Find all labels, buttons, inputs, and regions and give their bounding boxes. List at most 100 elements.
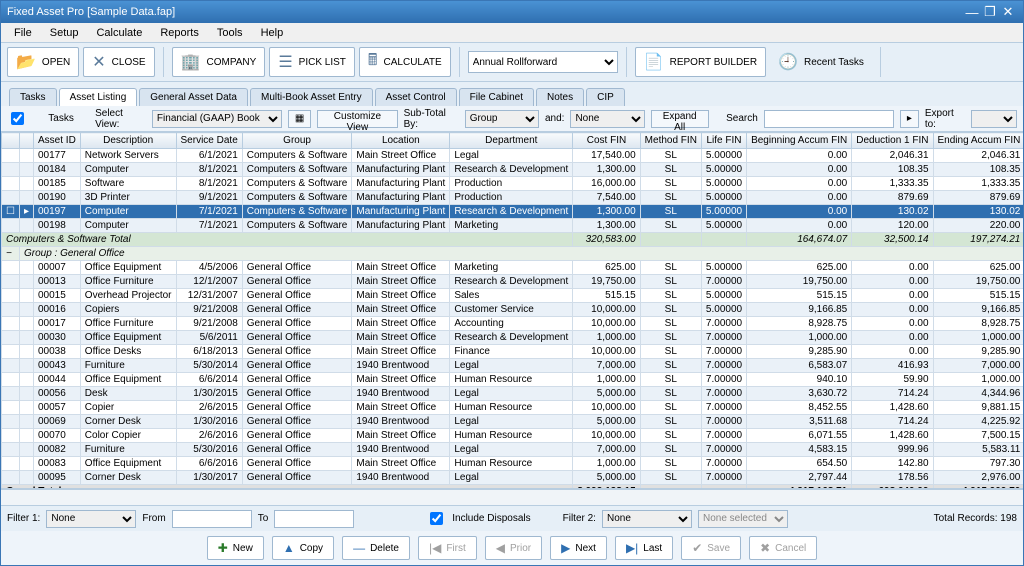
picklist-button[interactable]: ☰PICK LIST [269, 47, 355, 77]
menu-setup[interactable]: Setup [41, 25, 88, 41]
table-row[interactable]: 00082Furniture5/30/2016General Office194… [2, 443, 1024, 457]
table-row[interactable]: 00057Copier2/6/2015General OfficeMain St… [2, 401, 1024, 415]
subtotal-and-select[interactable]: None [570, 110, 644, 128]
tab-multibook[interactable]: Multi-Book Asset Entry [250, 88, 373, 106]
table-row[interactable]: 00095Corner Desk1/30/2017General Office1… [2, 471, 1024, 485]
table-row[interactable]: 00043Furniture5/30/2014General Office194… [2, 359, 1024, 373]
table-row[interactable]: 00013Office Furniture12/1/2007General Of… [2, 275, 1024, 289]
calculate-button[interactable]: 🖩CALCULATE [359, 47, 451, 77]
copy-icon: ▲ [283, 541, 295, 555]
last-button[interactable]: ▶|Last [615, 536, 673, 560]
tab-asset-control[interactable]: Asset Control [375, 88, 457, 106]
tab-asset-listing[interactable]: Asset Listing [59, 88, 138, 106]
col-header[interactable]: Location [352, 133, 450, 149]
table-row[interactable]: 00007Office Equipment4/5/2006General Off… [2, 261, 1024, 275]
table-row[interactable]: 00198Computer7/1/2021Computers & Softwar… [2, 219, 1024, 233]
filter2-select[interactable]: None [602, 510, 692, 528]
rollforward-combo[interactable]: Annual Rollforward [468, 51, 618, 73]
group-header-row[interactable]: −Group : General Office [2, 247, 1024, 261]
to-input[interactable] [274, 510, 354, 528]
recent-tasks-button[interactable]: 🕘Recent Tasks [770, 47, 872, 77]
filter1-label: Filter 1: [7, 513, 40, 524]
col-header[interactable]: Life FIN [701, 133, 746, 149]
cancel-button[interactable]: ✖Cancel [749, 536, 817, 560]
search-input[interactable] [764, 110, 894, 128]
subtotalby-label: Sub-Total By: [404, 108, 459, 130]
menu-tools[interactable]: Tools [208, 25, 252, 41]
report-icon: 📄 [644, 52, 664, 72]
subtotal-group-select[interactable]: Group [465, 110, 539, 128]
menu-help[interactable]: Help [252, 25, 293, 41]
table-row[interactable]: 00185Software8/1/2021Computers & Softwar… [2, 177, 1024, 191]
grid-wrapper[interactable]: Asset IDDescriptionService DateGroupLoca… [1, 132, 1023, 489]
from-input[interactable] [172, 510, 252, 528]
col-header[interactable]: Asset ID [34, 133, 81, 149]
select-all-checkbox[interactable] [11, 112, 24, 125]
table-row[interactable]: 00069Corner Desk1/30/2016General Office1… [2, 415, 1024, 429]
table-row-selected[interactable]: ☐▸00197Computer7/1/2021Computers & Softw… [2, 205, 1024, 219]
tab-cip[interactable]: CIP [586, 88, 625, 106]
tab-general-asset-data[interactable]: General Asset Data [139, 88, 248, 106]
next-icon: ▶ [561, 541, 570, 555]
filter2-value-select[interactable]: None selected [698, 510, 788, 528]
to-label: To [258, 513, 269, 524]
maximize-icon[interactable]: ❐ [981, 4, 999, 20]
table-row[interactable]: 00015Overhead Projector12/31/2007General… [2, 289, 1024, 303]
new-button[interactable]: ✚New [207, 536, 264, 560]
calculator-icon: 🖩 [368, 49, 378, 76]
table-row[interactable]: 00083Office Equipment6/6/2016General Off… [2, 457, 1024, 471]
table-row[interactable]: 001903D Printer9/1/2021Computers & Softw… [2, 191, 1024, 205]
minus-icon: — [353, 541, 365, 555]
prior-button[interactable]: ◀Prior [485, 536, 542, 560]
customize-view-button[interactable]: Customize View [317, 110, 397, 128]
col-header[interactable]: Cost FIN [573, 133, 640, 149]
table-row[interactable]: 00177Network Servers6/1/2021Computers & … [2, 149, 1024, 163]
col-header[interactable]: Department [450, 133, 573, 149]
col-header[interactable]: Beginning Accum FIN [747, 133, 852, 149]
grid-icon-button[interactable]: ▦ [288, 110, 311, 128]
col-header[interactable]: Service Date [176, 133, 242, 149]
tab-tasks[interactable]: Tasks [9, 88, 57, 106]
table-row[interactable]: 00038Office Desks6/18/2013General Office… [2, 345, 1024, 359]
view-select[interactable]: Financial (GAAP) Book [152, 110, 282, 128]
tasks-label[interactable]: Tasks [48, 113, 74, 124]
search-go-button[interactable]: ▸ [900, 110, 919, 128]
copy-button[interactable]: ▲Copy [272, 536, 334, 560]
save-button[interactable]: ✔Save [681, 536, 741, 560]
include-disposals-checkbox[interactable] [430, 512, 443, 525]
total-records-label: Total Records: 198 [934, 513, 1017, 524]
table-row[interactable]: 00044Office Equipment6/6/2014General Off… [2, 373, 1024, 387]
filter1-select[interactable]: None [46, 510, 136, 528]
table-row[interactable]: 00070Color Copier2/6/2016General OfficeM… [2, 429, 1024, 443]
close-button[interactable]: ✕CLOSE [83, 47, 154, 77]
first-button[interactable]: |◀First [418, 536, 477, 560]
menu-calculate[interactable]: Calculate [87, 25, 151, 41]
tab-row: Tasks Asset Listing General Asset Data M… [1, 82, 1023, 106]
titlebar: Fixed Asset Pro [Sample Data.fap] — ❐ ✕ [1, 1, 1023, 23]
col-header[interactable]: Group [242, 133, 352, 149]
table-row[interactable]: 00017Office Furniture9/21/2008General Of… [2, 317, 1024, 331]
open-button[interactable]: 📂OPEN [7, 47, 79, 77]
table-row[interactable]: 00184Computer8/1/2021Computers & Softwar… [2, 163, 1024, 177]
col-header[interactable]: Deduction 1 FIN [852, 133, 933, 149]
export-label: Export to: [925, 108, 965, 130]
horizontal-scrollbar[interactable] [1, 489, 1023, 505]
table-row[interactable]: 00016Copiers9/21/2008General OfficeMain … [2, 303, 1024, 317]
delete-button[interactable]: —Delete [342, 536, 410, 560]
tab-notes[interactable]: Notes [536, 88, 584, 106]
menu-reports[interactable]: Reports [151, 25, 208, 41]
next-button[interactable]: ▶Next [550, 536, 607, 560]
minimize-icon[interactable]: — [963, 5, 981, 20]
col-header[interactable]: Ending Accum FIN [933, 133, 1023, 149]
export-select[interactable] [971, 110, 1017, 128]
close-icon[interactable]: ✕ [999, 4, 1017, 20]
company-button[interactable]: 🏢COMPANY [172, 47, 266, 77]
col-header[interactable]: Description [80, 133, 176, 149]
menu-file[interactable]: File [5, 25, 41, 41]
tab-file-cabinet[interactable]: File Cabinet [459, 88, 534, 106]
table-row[interactable]: 00056Desk1/30/2015General Office1940 Bre… [2, 387, 1024, 401]
report-builder-button[interactable]: 📄REPORT BUILDER [635, 47, 766, 77]
expand-all-button[interactable]: Expand All [651, 110, 709, 128]
table-row[interactable]: 00030Office Equipment5/6/2011General Off… [2, 331, 1024, 345]
col-header[interactable]: Method FIN [640, 133, 701, 149]
